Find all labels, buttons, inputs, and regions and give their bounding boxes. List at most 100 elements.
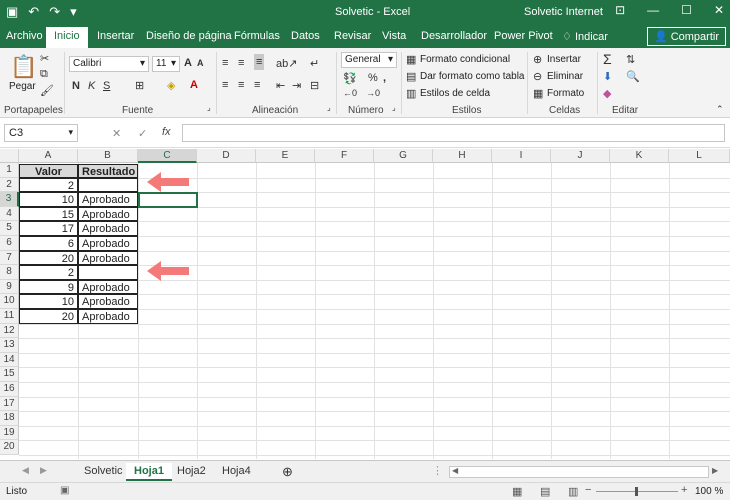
row-header-14[interactable]: 14: [0, 352, 19, 368]
more-options-icon[interactable]: ⋮: [432, 464, 443, 477]
decrease-indent-icon[interactable]: ⇤: [276, 79, 285, 92]
find-select-icon[interactable]: 🔍: [626, 70, 640, 83]
dialog-launcher-icon[interactable]: ⌟: [207, 103, 211, 112]
cell-b6[interactable]: Aprobado: [78, 236, 138, 251]
cell-b5[interactable]: Aprobado: [78, 221, 138, 236]
fill-color-icon[interactable]: ◈: [167, 79, 175, 92]
sort-filter-icon[interactable]: ⇅: [626, 53, 635, 66]
merge-center-icon[interactable]: ⊟: [310, 79, 319, 92]
cell-a4[interactable]: 15: [19, 206, 78, 222]
share-button[interactable]: 👤 Compartir: [646, 27, 726, 46]
row-header-17[interactable]: 17: [0, 396, 19, 412]
number-format-select[interactable]: General ▾: [341, 52, 397, 68]
col-header-e[interactable]: E: [256, 149, 315, 163]
row-header-8[interactable]: 8: [0, 265, 19, 280]
row-header-19[interactable]: 19: [0, 425, 19, 441]
minimize-icon[interactable]: —: [647, 3, 659, 17]
wrap-text-icon[interactable]: ↵: [310, 57, 319, 70]
row-header-16[interactable]: 16: [0, 382, 19, 397]
row-header-3[interactable]: 3: [0, 192, 19, 207]
grow-font-icon[interactable]: A: [184, 57, 192, 69]
tab-insertar[interactable]: Insertar: [97, 30, 134, 42]
tab-archivo[interactable]: Archivo: [6, 30, 43, 42]
scroll-right-icon[interactable]: ▶: [712, 466, 718, 475]
page-break-icon[interactable]: ▥: [568, 485, 578, 498]
horizontal-scrollbar[interactable]: [449, 466, 709, 478]
italic-icon[interactable]: K: [88, 80, 95, 92]
active-cell-c3[interactable]: [138, 191, 198, 209]
format-painter-icon[interactable]: 🖌: [40, 84, 54, 97]
conditional-format-button[interactable]: Formato condicional: [420, 54, 510, 65]
delete-cells-button[interactable]: Eliminar: [547, 71, 583, 82]
zoom-slider-thumb[interactable]: [635, 487, 638, 496]
header-resultado[interactable]: Resultado: [78, 163, 138, 179]
cell-styles-button[interactable]: Estilos de celda: [420, 88, 490, 99]
orientation-icon[interactable]: ab↗: [276, 57, 297, 70]
align-top-icon[interactable]: ≡: [222, 57, 228, 69]
name-box[interactable]: C3 ▾: [4, 124, 78, 142]
align-right-icon[interactable]: ≡: [254, 79, 260, 91]
fill-icon[interactable]: ⬇: [603, 70, 612, 83]
insert-function-icon[interactable]: fx: [162, 126, 171, 138]
cell-b10[interactable]: Aprobado: [78, 294, 138, 309]
cell-b8[interactable]: [78, 265, 138, 280]
percent-icon[interactable]: %: [368, 72, 378, 84]
add-sheet-icon[interactable]: ⊕: [282, 464, 293, 480]
sheet-tab-solvetic[interactable]: Solvetic: [76, 463, 131, 481]
insert-cells-button[interactable]: Insertar: [547, 54, 581, 65]
cell-a8[interactable]: 2: [19, 265, 78, 280]
enter-icon[interactable]: ✓: [138, 127, 147, 140]
dialog-launcher-icon[interactable]: ⌟: [327, 103, 331, 112]
table-format-button[interactable]: Dar formato como tabla: [420, 71, 525, 82]
cancel-icon[interactable]: ✕: [112, 127, 121, 140]
cell-a10[interactable]: 10: [19, 294, 78, 309]
sheet-tab-hoja4[interactable]: Hoja4: [214, 463, 259, 481]
cell-a5[interactable]: 17: [19, 221, 78, 236]
normal-view-icon[interactable]: ▦: [512, 485, 522, 498]
clear-icon[interactable]: ◆: [603, 87, 611, 100]
comma-style-icon[interactable]: ,: [383, 72, 386, 84]
sheet-tab-hoja2[interactable]: Hoja2: [169, 463, 214, 481]
macro-record-icon[interactable]: ▣: [60, 485, 69, 496]
cell-a6[interactable]: 6: [19, 236, 78, 251]
tab-desarrollador[interactable]: Desarrollador: [421, 30, 487, 42]
select-all-corner[interactable]: [0, 149, 19, 163]
borders-icon[interactable]: ⊞: [135, 79, 144, 92]
scroll-left-icon[interactable]: ◀: [452, 466, 458, 475]
row-header-2[interactable]: 2: [0, 177, 19, 193]
cell-b4[interactable]: Aprobado: [78, 206, 138, 222]
row-header-12[interactable]: 12: [0, 323, 19, 339]
prev-sheet-icon[interactable]: ◀: [22, 465, 29, 476]
row-header-7[interactable]: 7: [0, 250, 19, 266]
paste-icon[interactable]: 📋: [10, 54, 37, 80]
font-name-select[interactable]: Calibri ▾: [69, 56, 149, 72]
col-header-i[interactable]: I: [492, 149, 551, 163]
col-header-d[interactable]: D: [197, 149, 256, 163]
col-header-f[interactable]: F: [315, 149, 374, 163]
sheet-tab-hoja1[interactable]: Hoja1: [126, 463, 172, 481]
align-left-icon[interactable]: ≡: [222, 79, 228, 91]
cell-a2[interactable]: 2: [19, 177, 78, 193]
cell-a9[interactable]: 9: [19, 279, 78, 295]
row-header-13[interactable]: 13: [0, 338, 19, 353]
row-header-1[interactable]: 1: [0, 163, 19, 178]
tab-power-pivot[interactable]: Power Pivot: [494, 30, 553, 42]
row-header-15[interactable]: 15: [0, 367, 19, 382]
increase-indent-icon[interactable]: ⇥: [292, 79, 301, 92]
align-center-icon[interactable]: ≡: [238, 79, 244, 91]
col-header-l[interactable]: L: [669, 149, 730, 163]
redo-icon[interactable]: ↷: [49, 4, 60, 20]
align-middle-icon[interactable]: ≡: [238, 57, 244, 69]
increase-decimal-icon[interactable]: ←0: [343, 88, 357, 98]
row-header-9[interactable]: 9: [0, 279, 19, 295]
tab-datos[interactable]: Datos: [291, 30, 320, 42]
decrease-decimal-icon[interactable]: →0: [366, 88, 380, 98]
autosum-icon[interactable]: Σ: [603, 51, 612, 67]
tab-formulas[interactable]: Fórmulas: [234, 30, 280, 42]
underline-icon[interactable]: S: [103, 80, 110, 92]
cell-a7[interactable]: 20: [19, 250, 78, 266]
header-valor[interactable]: Valor: [19, 163, 78, 179]
align-bottom-icon[interactable]: ≡: [254, 54, 265, 70]
collapse-ribbon-icon[interactable]: ⌃: [716, 104, 724, 115]
page-layout-icon[interactable]: ▤: [540, 485, 550, 498]
